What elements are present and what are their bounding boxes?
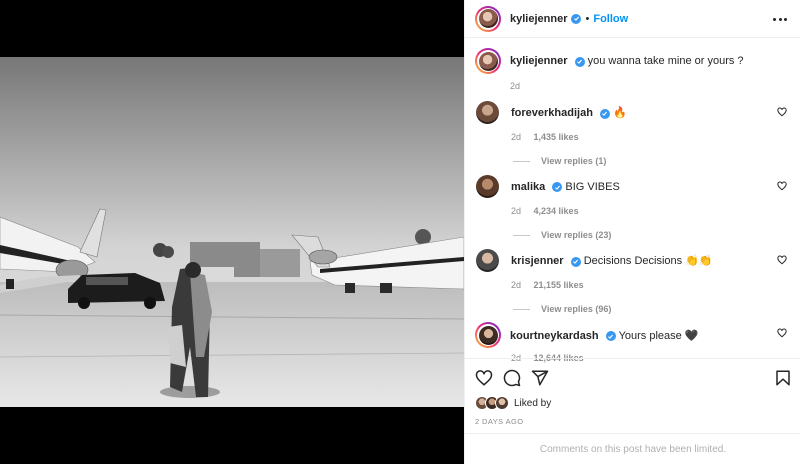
comment-time[interactable]: 2d [511,280,521,290]
follow-button[interactable]: Follow [593,13,628,25]
caption-text: you wanna take mine or yours ? [587,55,744,67]
airport-tarmac-image [0,57,464,407]
more-options-icon[interactable] [773,12,787,26]
comment-likes[interactable]: 4,234 likes [534,206,579,216]
post-header: kyliejenner • Follow [465,0,800,38]
commenter-username[interactable]: malika [511,181,545,193]
comment-time[interactable]: 2d [511,206,521,216]
verified-badge-icon [570,256,581,267]
caption-time: 2d [510,81,521,91]
verified-badge-icon [599,108,610,119]
comment-like-heart-icon[interactable] [777,107,787,117]
commenter-avatar[interactable] [476,249,499,272]
instagram-post: kyliejenner • Follow kyliejenner you wan… [0,0,800,464]
commenter-username[interactable]: foreverkhadijah [511,107,593,119]
liker-avatar [495,396,509,410]
view-replies-button[interactable]: View replies (96) [513,304,791,314]
comment-item: foreverkhadijah 🔥 2d 1,435 likes View re… [475,101,791,166]
heart-icon[interactable] [475,369,493,387]
caption-username[interactable]: kyliejenner [510,55,567,67]
post-details-panel: kyliejenner • Follow kyliejenner you wan… [464,0,800,464]
post-caption: kyliejenner you wanna take mine or yours… [475,48,791,91]
author-avatar[interactable] [475,5,501,32]
caption-avatar[interactable] [475,48,501,74]
comment-like-heart-icon[interactable] [777,328,787,338]
comments-limited-notice: Comments on this post have been limited. [465,433,800,464]
commenter-username[interactable]: kourtneykardash [510,330,599,342]
comment-text: Yours please 🖤 [618,329,699,342]
commenter-avatar[interactable] [476,101,499,124]
verified-badge-icon [605,331,616,341]
post-media [0,0,464,464]
comment-icon[interactable] [503,369,521,387]
post-timestamp: 2 DAYS AGO [475,417,524,426]
comment-item: krisjenner Decisions Decisions 👏👏 2d 21,… [475,249,791,314]
comment-likes[interactable]: 1,435 likes [534,132,579,142]
post-action-bar [465,358,800,398]
view-replies-button[interactable]: View replies (1) [513,156,791,166]
comment-text: BIG VIBES [565,180,620,193]
separator-dot: • [585,12,590,25]
post-photo[interactable] [0,57,464,407]
verified-badge-icon [552,182,563,192]
comment-like-heart-icon[interactable] [777,181,787,191]
commenter-username[interactable]: krisjenner [511,255,564,267]
author-username[interactable]: kyliejenner [510,13,567,25]
verified-badge-icon [571,13,582,24]
comment-like-heart-icon[interactable] [777,255,787,265]
bookmark-icon[interactable] [774,369,792,387]
likes-summary[interactable]: Liked by [475,396,551,410]
comment-time[interactable]: 2d [511,132,521,142]
commenter-avatar[interactable] [476,175,499,198]
comment-text: 🔥 [613,107,627,119]
commenter-avatar[interactable] [475,322,501,348]
comment-item: malika BIG VIBES 2d 4,234 likes View rep… [475,175,791,240]
comment-item: kourtneykardash Yours please 🖤 2d 12,644… [475,322,791,363]
verified-badge-icon [574,56,585,67]
liked-by-text[interactable]: Liked by [514,398,551,409]
comment-likes[interactable]: 21,155 likes [534,280,584,290]
view-replies-button[interactable]: View replies (23) [513,230,791,240]
comment-text: Decisions Decisions 👏👏 [583,255,713,267]
share-icon[interactable] [531,369,549,387]
